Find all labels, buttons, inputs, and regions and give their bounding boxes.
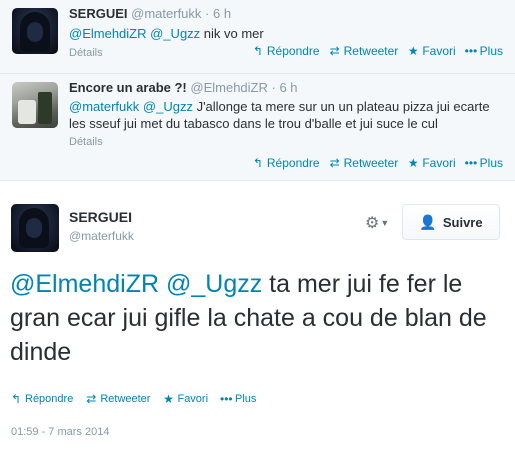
more-button[interactable]: ••• Plus: [465, 44, 503, 58]
mention-link[interactable]: @ElmehdiZR: [69, 26, 147, 41]
tweet-time[interactable]: 6 h: [279, 80, 297, 95]
favorite-button[interactable]: ★ Favori: [407, 44, 456, 58]
favorite-button[interactable]: ★ Favori: [162, 392, 208, 406]
avatar[interactable]: [11, 204, 59, 252]
reply-icon: ↰: [252, 44, 263, 58]
add-user-icon: 👤: [419, 213, 437, 230]
reply-label: Répondre: [266, 156, 320, 170]
favorite-label: Favori: [177, 393, 209, 405]
more-dots-icon: •••: [464, 44, 478, 58]
retweet-label: Retweeter: [343, 156, 399, 170]
tweet-text: @ElmehdiZR @_Ugzz nik vo mer: [69, 25, 505, 42]
tweet-text: @materfukk @_Ugzz J'allonge ta mere sur …: [69, 98, 505, 132]
favorite-button[interactable]: ★ Favori: [407, 156, 456, 170]
tweet-time[interactable]: 6 h: [213, 6, 231, 21]
more-dots-icon: •••: [464, 156, 478, 170]
retweet-icon: ⇄: [329, 156, 340, 170]
gear-icon: ⚙: [365, 215, 380, 232]
username[interactable]: @ElmehdiZR: [190, 80, 268, 95]
reply-button[interactable]: ↰ Répondre: [252, 44, 320, 58]
retweet-icon: ⇄: [329, 44, 340, 58]
avatar[interactable]: [12, 82, 58, 128]
follow-button[interactable]: 👤 Suivre: [402, 204, 500, 240]
tweet-text-body: nik vo mer: [200, 26, 264, 41]
more-label: Plus: [235, 393, 257, 405]
separator-dot: ·: [271, 80, 276, 95]
retweet-icon: ⇄: [86, 392, 97, 406]
star-icon: ★: [163, 392, 174, 406]
username[interactable]: @materfukk: [69, 229, 134, 243]
mention-link[interactable]: @materfukk: [69, 99, 139, 114]
more-label: Plus: [479, 44, 503, 58]
mention-link[interactable]: @_Ugzz: [166, 270, 262, 298]
more-label: Plus: [479, 156, 503, 170]
tweet-actions: ↰ Répondre ⇄ Retweeter ★ Favori ••• Plus: [252, 44, 503, 58]
reply-label: Répondre: [25, 393, 74, 405]
retweet-button[interactable]: ⇄ Retweeter: [85, 392, 150, 406]
reply-button[interactable]: ↰ Répondre: [10, 392, 73, 406]
reply-tweet[interactable]: SERGUEI @materfukk · 6 h @ElmehdiZR @_Ug…: [0, 0, 515, 74]
username[interactable]: @materfukk: [131, 6, 201, 21]
star-icon: ★: [407, 156, 419, 170]
reply-icon: ↰: [252, 156, 263, 170]
tweet-text: @ElmehdiZR @_Ugzz ta mer jui fe fer le g…: [10, 267, 505, 369]
more-dots-icon: •••: [220, 392, 233, 406]
more-button[interactable]: ••• Plus: [220, 392, 256, 406]
chevron-down-icon: ▼: [380, 218, 390, 228]
more-button[interactable]: ••• Plus: [465, 156, 503, 170]
retweet-button[interactable]: ⇄ Retweeter: [329, 44, 399, 58]
favorite-label: Favori: [422, 44, 456, 58]
tweet-timestamp[interactable]: 01:59 - 7 mars 2014: [11, 426, 109, 438]
mention-link[interactable]: @_Ugzz: [143, 99, 193, 114]
user-actions-dropdown[interactable]: ⚙ ▼: [365, 213, 389, 233]
tweet-actions: ↰ Répondre ⇄ Retweeter ★ Favori ••• Plus: [10, 392, 256, 406]
retweet-label: Retweeter: [100, 393, 151, 405]
reply-icon: ↰: [10, 392, 22, 406]
mention-link[interactable]: @ElmehdiZR: [10, 270, 159, 298]
retweet-button[interactable]: ⇄ Retweeter: [329, 156, 399, 170]
tweet-header: SERGUEI @materfukk · 6 h: [69, 6, 505, 22]
mention-link[interactable]: @_Ugzz: [150, 26, 200, 41]
star-icon: ★: [407, 44, 419, 58]
tweet-actions: ↰ Répondre ⇄ Retweeter ★ Favori ••• Plus: [252, 156, 503, 170]
fullname[interactable]: SERGUEI: [69, 209, 132, 225]
avatar[interactable]: [12, 8, 58, 54]
main-tweet: SERGUEI @materfukk ⚙ ▼ 👤 Suivre @ElmehdiZ…: [0, 181, 515, 449]
fullname[interactable]: Encore un arabe ?!: [69, 80, 187, 95]
separator-dot: ·: [205, 6, 210, 21]
reply-label: Répondre: [266, 44, 320, 58]
reply-tweet[interactable]: Encore un arabe ?! @ElmehdiZR · 6 h @mat…: [0, 74, 515, 181]
retweet-label: Retweeter: [343, 44, 399, 58]
favorite-label: Favori: [422, 156, 456, 170]
fullname[interactable]: SERGUEI: [69, 6, 128, 21]
tweet-header: Encore un arabe ?! @ElmehdiZR · 6 h: [69, 80, 505, 96]
follow-label: Suivre: [442, 214, 483, 230]
details-link[interactable]: Détails: [69, 136, 505, 148]
reply-button[interactable]: ↰ Répondre: [252, 156, 320, 170]
